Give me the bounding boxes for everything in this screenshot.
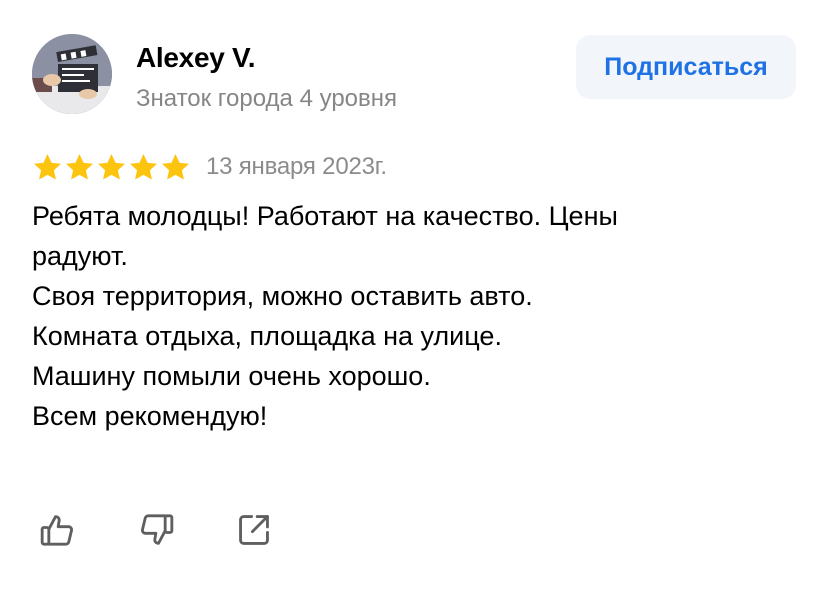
star-icon — [66, 153, 93, 180]
thumb-up-icon — [40, 515, 74, 546]
author-info: Alexey V. Знаток города 4 уровня — [136, 40, 397, 114]
review-line: радуют. — [32, 241, 128, 271]
share-button[interactable] — [232, 508, 276, 552]
subscribe-button[interactable]: Подписаться — [576, 35, 796, 99]
review-text: Ребята молодцы! Работают на качество. Це… — [32, 196, 792, 436]
thumb-down-icon — [140, 514, 174, 545]
review-line: Всем рекомендую! — [32, 401, 268, 431]
review-line: Ребята молодцы! Работают на качество. Це… — [32, 201, 618, 231]
review-line: Своя территория, можно оставить авто. — [32, 281, 533, 311]
clapperboard-avatar-image — [32, 34, 112, 114]
review-line: Машину помыли очень хорошо. — [32, 361, 431, 391]
rating-row: 13 января 2023г. — [32, 150, 387, 184]
review-line: Комната отдыха, площадка на улице. — [32, 321, 502, 351]
star-icon — [130, 153, 157, 180]
review-actions — [36, 508, 276, 552]
author-level: Знаток города 4 уровня — [136, 85, 398, 112]
star-icon — [34, 153, 61, 180]
review-card: Alexey V. Знаток города 4 уровня Подписа… — [0, 0, 828, 603]
author-name[interactable]: Alexey V. — [136, 40, 397, 76]
avatar[interactable] — [32, 34, 112, 114]
star-rating — [32, 152, 191, 183]
like-button[interactable] — [36, 508, 80, 552]
star-icon — [162, 153, 189, 180]
dislike-button[interactable] — [134, 508, 178, 552]
review-date: 13 января 2023г. — [206, 153, 387, 180]
star-icon — [98, 153, 125, 180]
share-icon — [239, 515, 269, 545]
